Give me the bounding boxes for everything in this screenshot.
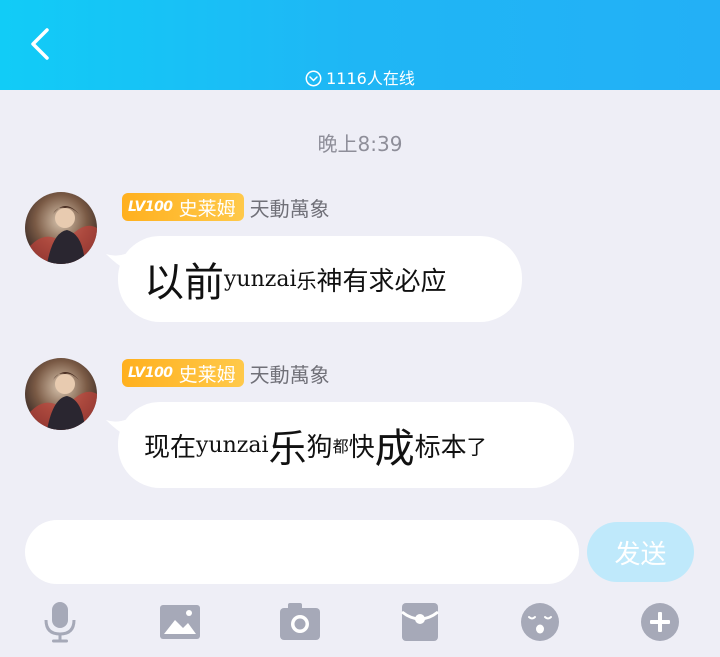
message-segment: 都 [332, 437, 349, 456]
message-segment: 标本 [414, 432, 467, 463]
avatar[interactable] [25, 358, 97, 430]
message-input[interactable] [25, 520, 579, 584]
message-bubble[interactable]: 以前 yunzai 乐 神有求必应 [118, 236, 522, 322]
message-segment: 乐 [296, 268, 317, 293]
message-bubble[interactable]: 现在 yunzai 乐 狗 都 快 成 标本 了 [118, 402, 574, 488]
online-count-text: 1116人在线 [326, 69, 415, 88]
sender-meta: LV100 史莱姆 天動萬象 [122, 358, 330, 388]
message-segment: yunzai [224, 266, 297, 292]
time-divider: 晚上8:39 [317, 132, 403, 156]
red-packet-icon[interactable] [398, 600, 442, 644]
message-segment: 以前 [144, 260, 224, 306]
image-icon[interactable] [158, 600, 202, 644]
top-bar: 1116人在线 [0, 0, 720, 90]
message-segment: 神有求必应 [316, 266, 447, 297]
sender-meta: LV100 史莱姆 天動萬象 [122, 192, 330, 222]
camera-icon[interactable] [278, 600, 322, 644]
message-segment: 狗 [306, 432, 333, 463]
message-segment: 成 [374, 426, 415, 472]
level-badge: LV100 史莱姆 [122, 359, 244, 387]
message-segment: yunzai [196, 432, 269, 458]
message-segment: 了 [466, 434, 487, 459]
emoji-icon[interactable] [518, 600, 562, 644]
sender-nickname[interactable]: 天動萬象 [250, 359, 330, 388]
plus-icon[interactable] [638, 600, 682, 644]
message-segment: 乐 [268, 426, 307, 471]
back-icon[interactable] [22, 24, 62, 64]
message-segment: 现在 [144, 432, 197, 463]
avatar[interactable] [25, 192, 97, 264]
message-segment: 快 [348, 432, 375, 463]
level-badge: LV100 史莱姆 [122, 193, 244, 221]
sender-nickname[interactable]: 天動萬象 [250, 193, 330, 222]
mic-icon[interactable] [38, 600, 82, 644]
send-button[interactable]: 发送 [587, 522, 694, 582]
online-count[interactable]: 1116人在线 [0, 68, 720, 93]
chevron-down-circle-icon [305, 70, 322, 93]
